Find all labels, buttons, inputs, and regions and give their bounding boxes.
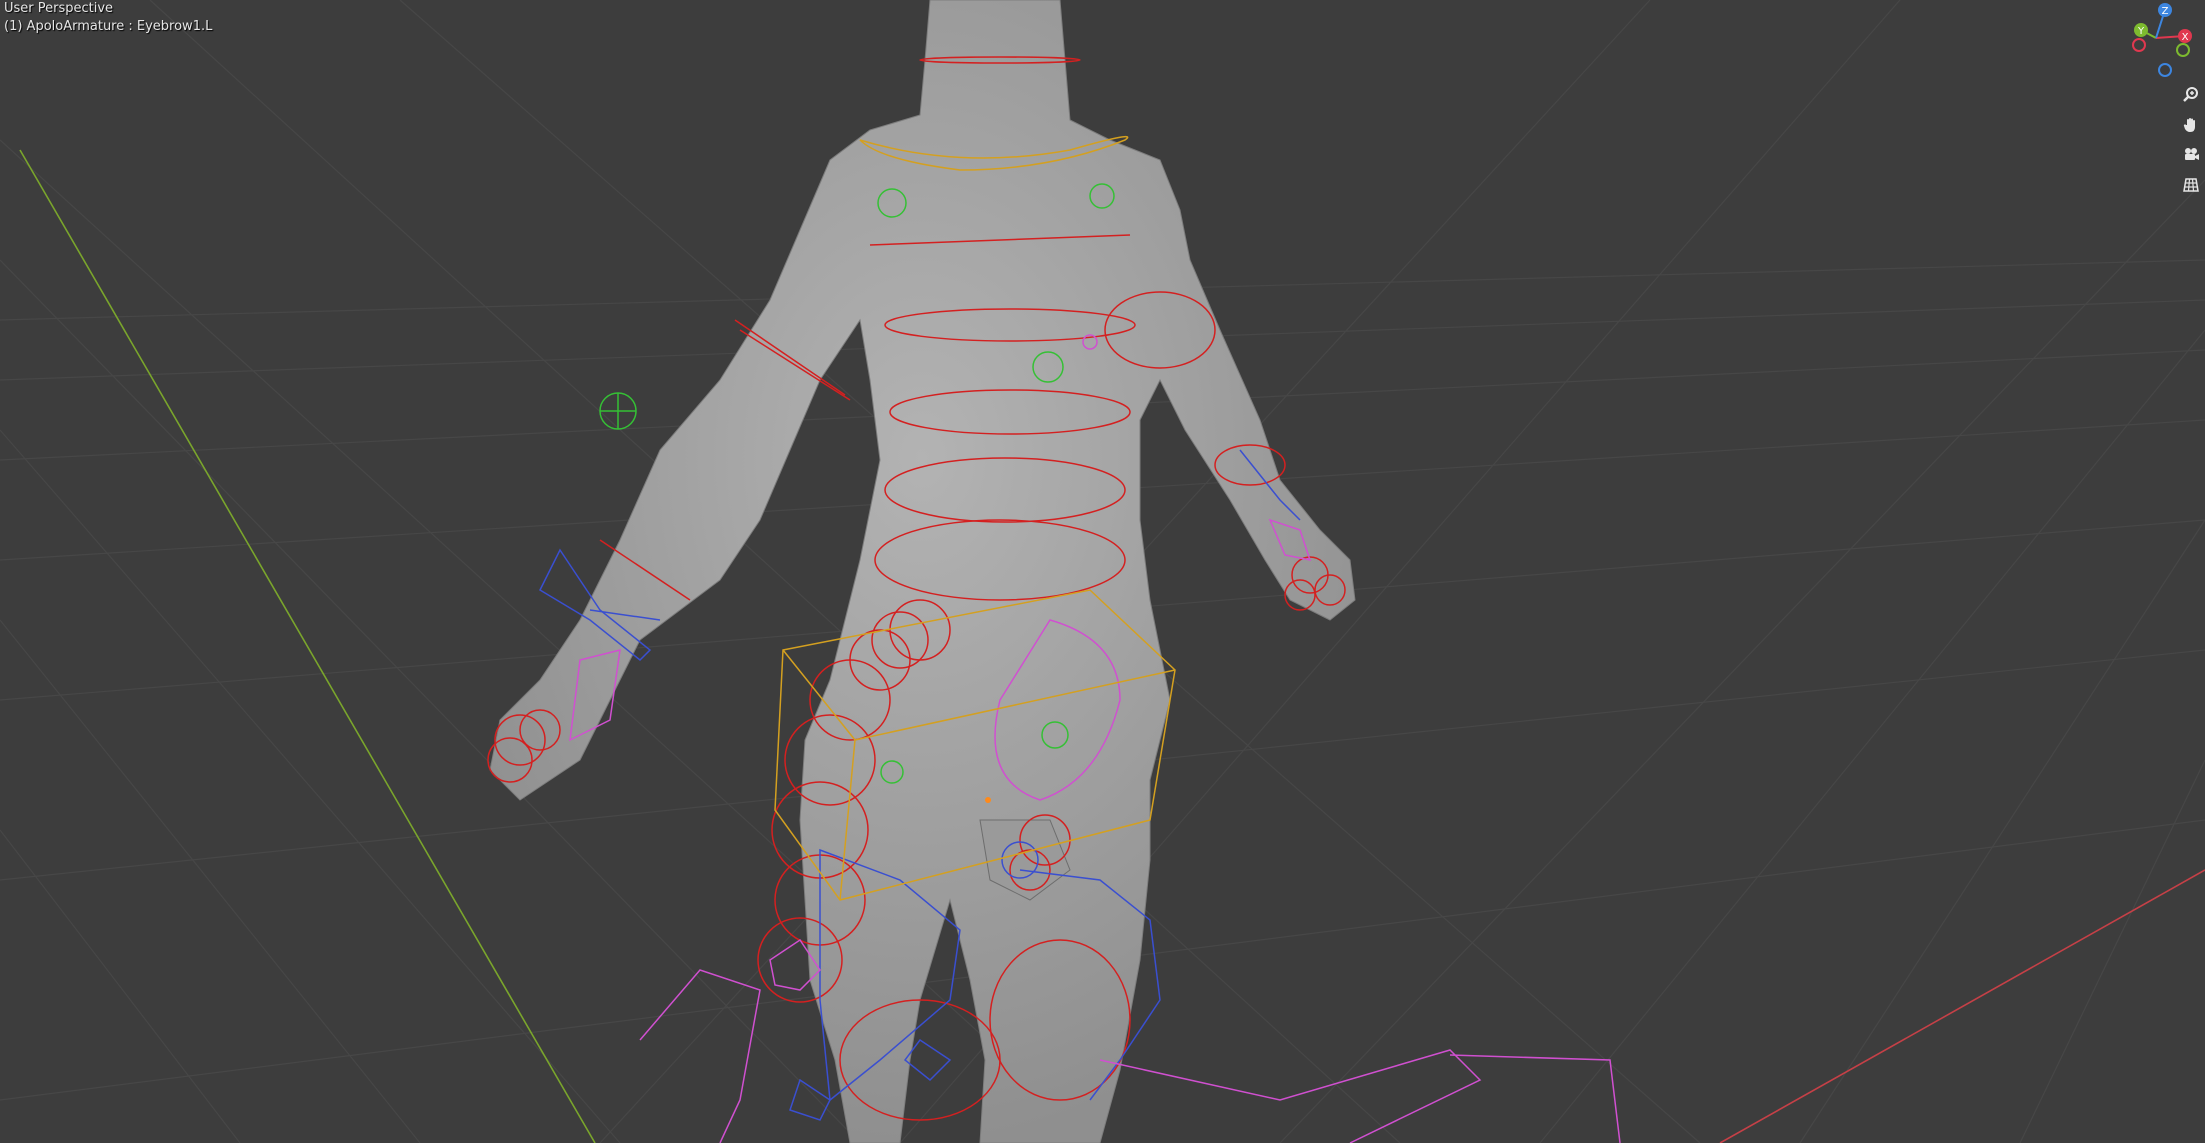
3d-viewport[interactable]: User Perspective (1) ApoloArmature : Eye…: [0, 0, 2205, 1143]
axis-neg-x-handle[interactable]: [2132, 38, 2146, 52]
camera-view-icon: [2185, 148, 2199, 160]
active-object-label: (1) ApoloArmature : Eyebrow1.L: [4, 19, 213, 34]
view-name-label: User Perspective: [4, 1, 114, 16]
character-mesh[interactable]: [489, 0, 1356, 1143]
axis-neg-z-handle[interactable]: [2158, 63, 2172, 77]
y-axis-line: [19, 149, 596, 1143]
axis-neg-y-handle[interactable]: [2176, 43, 2190, 57]
navigation-gizmo[interactable]: Z X Y: [2115, 0, 2195, 80]
axis-x-label: X: [2182, 32, 2189, 43]
x-axis-line: [1719, 869, 2205, 1143]
viewport-scene[interactable]: [0, 0, 2205, 1143]
axis-y-label: Y: [2137, 26, 2145, 37]
orthographic-toggle-button[interactable]: [2178, 172, 2204, 198]
axis-z-label: Z: [2162, 6, 2169, 17]
pan-button[interactable]: [2178, 112, 2204, 138]
camera-view-button[interactable]: [2178, 142, 2204, 168]
zoom-button[interactable]: [2178, 82, 2204, 108]
orthographic-grid-icon: [2183, 178, 2199, 192]
zoom-icon: [2183, 87, 2198, 102]
pan-hand-icon: [2183, 118, 2195, 132]
